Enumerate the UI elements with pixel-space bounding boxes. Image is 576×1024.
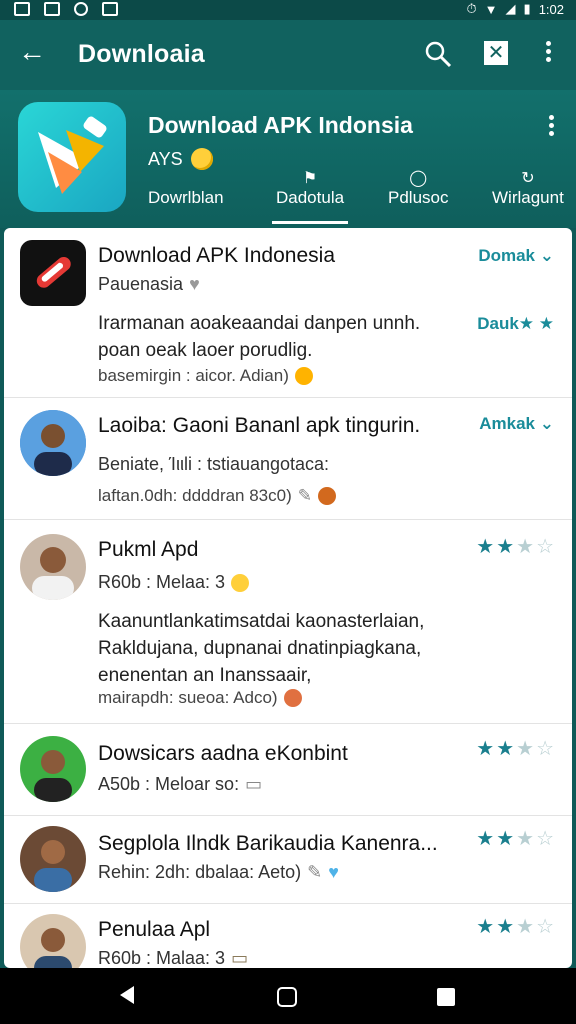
item-status-tag[interactable]: Amkak ⌄ (479, 414, 554, 434)
signal-icon: ◢ (505, 1, 516, 16)
app-title: Download APK Indonsia (148, 112, 413, 138)
emoji-icon (318, 487, 337, 505)
item-title: Segplola Ilndk Barikaudia Kanenra... (98, 832, 438, 855)
list-item[interactable]: Segplola Ilndk Barikaudia Kanenra... Reh… (4, 816, 572, 904)
list-item[interactable]: Dowsicars aadna eKonbint A50b : Meloar s… (4, 724, 572, 816)
back-arrow-icon[interactable]: ← (18, 38, 48, 68)
history-icon: ↻ (521, 170, 535, 187)
nav-home-icon[interactable] (277, 987, 297, 1007)
item-subtitle: Pauenasia ♥ (98, 274, 200, 294)
list-item[interactable]: Laoiba: Gaoni Bananl apk tingurin. Benia… (4, 398, 572, 520)
close-box-icon[interactable]: ✕ (484, 41, 508, 65)
chat-icon: ▭ (245, 774, 263, 794)
pen-icon: ✎ (307, 862, 323, 882)
item-title: Dowsicars aadna eKonbint (98, 742, 348, 765)
item-meta: laftan.0dh: ddddran 83c0) ✎ (98, 486, 337, 506)
avatar (20, 914, 86, 968)
app-icon (20, 240, 86, 306)
emoji-icon (294, 367, 313, 385)
item-subtitle: R60b : Melaa: 3 (98, 572, 250, 593)
tab-reviews[interactable]: ◯ Pdlusoc (388, 168, 448, 208)
item-meta: mairapdh: sueoa: Adco) (98, 688, 302, 708)
alarm-icon: ⏱ (466, 1, 477, 16)
wifi-icon: ▼ (484, 1, 498, 17)
battery-icon: ▮ (523, 1, 531, 16)
tab-details[interactable]: ⚑ Dadotula (271, 168, 349, 224)
item-description: Kaanuntlankatimsatdai kaonasterlaian, Ra… (98, 611, 425, 686)
developer-name: AYS (148, 148, 183, 169)
chevron-down-icon: ⌄ (539, 246, 554, 265)
chevron-down-icon: ⌄ (539, 414, 554, 433)
system-nav-bar (0, 968, 576, 1024)
item-meta: basemirgin : aicor. Adian) (98, 366, 313, 386)
heart-icon: ♥ (328, 862, 339, 882)
avatar (20, 826, 86, 892)
tab-download[interactable]: Dowrlblan (148, 188, 224, 208)
list-item[interactable]: Download APK Indonesia Pauenasia ♥ Domak… (4, 228, 572, 398)
avatar (20, 534, 86, 600)
app-logo (18, 102, 126, 212)
search-icon[interactable] (424, 40, 452, 68)
toolbar-title: Downloaia (78, 40, 205, 68)
item-subtitle: Beniate, Ίιιli : tstiauangotaca: (98, 454, 330, 474)
avatar (20, 736, 86, 802)
app-list: Download APK Indonesia Pauenasia ♥ Domak… (4, 228, 572, 968)
app-more-icon[interactable] (544, 112, 558, 140)
star-rating: ★★★☆ (476, 738, 556, 760)
app-notification-icon (102, 2, 118, 16)
nav-recents-icon[interactable] (437, 988, 455, 1006)
star-rating: ★★★☆ (476, 916, 556, 938)
avatar (20, 410, 86, 476)
clock: 1:02 (538, 1, 564, 17)
cup-icon: ▭ (231, 948, 249, 968)
emoji-icon (231, 573, 250, 592)
heart-icon: ♥ (189, 274, 200, 294)
notification-icon (14, 2, 30, 16)
item-rating: Dauk★ ★ (477, 314, 554, 333)
item-subtitle: Rehin: 2dh: dbalaa: Aeto) ✎ ♥ (98, 862, 339, 882)
pen-icon: ✎ (297, 486, 313, 505)
list-item[interactable]: Pukml Apd R60b : Melaa: 3 ★★★☆ Kaanuntla… (4, 520, 572, 724)
flag-icon: ⚑ (302, 170, 318, 187)
item-title: Laoiba: Gaoni Bananl apk tingurin. (98, 414, 421, 437)
developer: AYS (148, 148, 213, 170)
star-rating: ★★★☆ (476, 828, 556, 850)
emoji-icon (283, 689, 302, 707)
item-title: Download APK Indonesia (98, 244, 335, 267)
item-subtitle: A50b : Meloar so: ▭ (98, 774, 263, 794)
photo-icon (44, 2, 60, 16)
tab-bar: Dowrlblan ⚑ Dadotula ◯ Pdlusoc ↻ Wirlagu… (140, 168, 576, 224)
sync-icon (74, 2, 88, 16)
more-options-icon[interactable] (540, 38, 556, 70)
toolbar: ← Downloaia ✕ (0, 20, 576, 90)
item-subtitle: R60b : Malaa: 3 ▭ (98, 948, 249, 968)
list-item[interactable]: Penulaa Apl R60b : Malaa: 3 ▭ ★★★☆ (4, 904, 572, 968)
item-status-tag[interactable]: Domak ⌄ (478, 246, 554, 266)
smile-emoji-icon (190, 148, 213, 170)
app-header: Download APK Indonsia AYS Dowrlblan ⚑ Da… (0, 90, 576, 228)
item-title: Pukml Apd (98, 538, 199, 561)
status-bar: ⏱ ▼ ◢ ▮ 1:02 (0, 0, 576, 20)
comment-icon: ◯ (409, 170, 428, 187)
item-description: Irarmanan aoakeaandai danpen unnh. poan … (98, 313, 421, 361)
item-title: Penulaa Apl (98, 918, 211, 941)
tab-related[interactable]: ↻ Wirlagunt (492, 168, 564, 208)
star-rating: ★★★☆ (476, 536, 556, 558)
nav-back-icon[interactable] (120, 986, 134, 1004)
